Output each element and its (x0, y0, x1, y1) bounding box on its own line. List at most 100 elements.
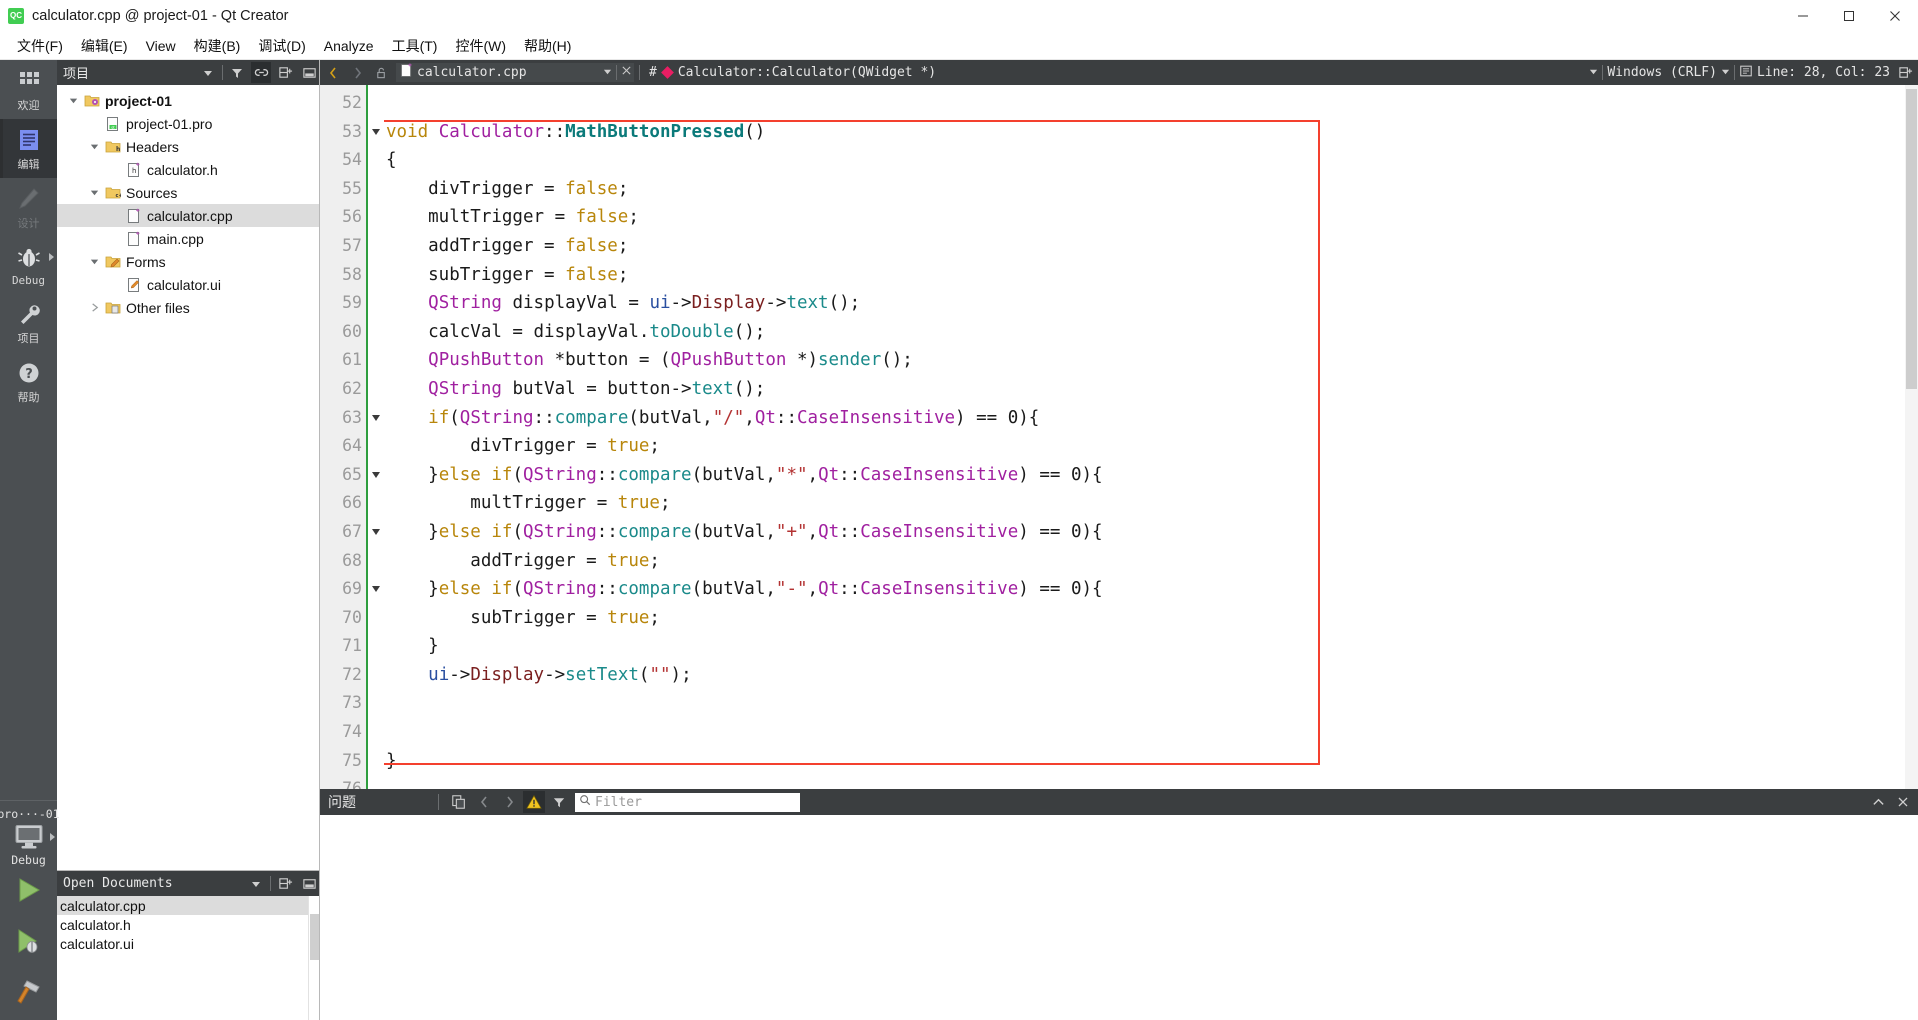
close-panel-icon[interactable] (299, 62, 319, 83)
chevron-right-icon[interactable] (86, 302, 103, 313)
start-debugging-button[interactable] (0, 918, 57, 969)
current-file-selector[interactable]: calculator.cpp (396, 63, 634, 82)
mode-设计[interactable]: 设计 (0, 178, 57, 237)
open-document-item[interactable]: calculator.cpp (57, 896, 319, 915)
code-line[interactable]: } (384, 632, 1918, 661)
code-line[interactable]: divTrigger = false; (384, 175, 1918, 204)
code-line[interactable]: multTrigger = true; (384, 489, 1918, 518)
tree-item-project-01[interactable]: project-01 (57, 89, 319, 112)
tree-item-other-files[interactable]: Other files (57, 296, 319, 319)
code-line[interactable]: QString butVal = button->text(); (384, 375, 1918, 404)
mode-编辑[interactable]: 编辑 (0, 119, 57, 178)
code-line[interactable]: addTrigger = true; (384, 547, 1918, 576)
mode-帮助[interactable]: ? 帮助 (0, 352, 57, 411)
minimize-button[interactable] (1780, 0, 1826, 32)
menu-debug[interactable]: 调试(D) (249, 33, 314, 59)
open-documents-scrollbar[interactable] (308, 896, 319, 1020)
code-line[interactable]: subTrigger = false; (384, 261, 1918, 290)
chevron-right-icon[interactable] (49, 833, 55, 841)
maximize-button[interactable] (1826, 0, 1872, 32)
open-documents-list[interactable]: calculator.cpp calculator.h calculator.ui (57, 896, 319, 1020)
code-line[interactable]: subTrigger = true; (384, 604, 1918, 633)
code-line[interactable]: { (384, 146, 1918, 175)
code-text-area[interactable]: void Calculator::MathButtonPressed(){ di… (384, 85, 1918, 789)
maximize-pane-button[interactable] (1867, 791, 1889, 813)
menu-view[interactable]: View (137, 35, 185, 57)
fold-marker[interactable] (368, 575, 384, 604)
tree-item-main-cpp[interactable]: main.cpp (57, 227, 319, 250)
mode-项目[interactable]: 项目 (0, 293, 57, 352)
editor-scrollbar[interactable] (1905, 85, 1918, 789)
chevron-down-icon[interactable] (372, 128, 380, 135)
filter-icon[interactable] (548, 791, 570, 813)
issues-filter-input[interactable]: Filter (575, 792, 800, 812)
code-line[interactable]: divTrigger = true; (384, 432, 1918, 461)
menu-build[interactable]: 构建(B) (185, 33, 250, 59)
fold-marker[interactable] (368, 118, 384, 147)
menu-analyze[interactable]: Analyze (315, 35, 383, 57)
code-line[interactable]: calcVal = displayVal.toDouble(); (384, 318, 1918, 347)
code-line[interactable]: }else if(QString::compare(butVal,"+",Qt:… (384, 518, 1918, 547)
tree-item-calculator-cpp[interactable]: calculator.cpp (57, 204, 319, 227)
open-document-item[interactable]: calculator.ui (57, 934, 319, 953)
code-line[interactable]: }else if(QString::compare(butVal,"-",Qt:… (384, 575, 1918, 604)
code-line[interactable] (384, 775, 1918, 789)
navigate-back-button[interactable] (322, 61, 344, 84)
tree-item-project-01-pro[interactable]: qt project-01.pro (57, 112, 319, 135)
fold-marker[interactable] (368, 404, 384, 433)
chevron-down-icon[interactable] (65, 95, 82, 106)
link-icon[interactable] (251, 62, 271, 83)
encoding-dropdown-icon[interactable] (1721, 65, 1730, 80)
code-editor[interactable]: 52 53 54 55 56 57 58 59 60 61 62 63 64 65 66 67 68 69 70 71… (320, 85, 1918, 789)
symbol-selector[interactable]: # Calculator::Calculator(QWidget *) (645, 65, 936, 80)
chevron-down-icon[interactable] (86, 256, 103, 267)
scroll-thumb[interactable] (1906, 89, 1917, 389)
line-ending-dropdown-icon[interactable] (1589, 65, 1598, 80)
menu-widgets[interactable]: 控件(W) (446, 33, 515, 59)
chevron-down-icon[interactable] (86, 187, 103, 198)
code-line[interactable]: if(QString::compare(butVal,"/",Qt::CaseI… (384, 404, 1918, 433)
open-document-item[interactable]: calculator.h (57, 915, 319, 934)
line-ending-label[interactable]: Windows (CRLF) (1607, 65, 1717, 80)
file-dropdown-icon[interactable] (603, 65, 612, 80)
code-line[interactable] (384, 89, 1918, 118)
menu-help[interactable]: 帮助(H) (515, 33, 580, 59)
code-line[interactable]: } (384, 747, 1918, 776)
fold-marker[interactable] (368, 518, 384, 547)
chevron-down-icon[interactable] (86, 141, 103, 152)
menu-file[interactable]: 文件(F) (8, 33, 72, 59)
copy-icon[interactable] (448, 791, 470, 813)
chevron-down-icon[interactable] (372, 586, 380, 593)
close-panel-icon[interactable] (299, 873, 319, 894)
close-pane-button[interactable] (1892, 791, 1914, 813)
tree-item-forms[interactable]: Forms (57, 250, 319, 273)
code-line[interactable]: ui->Display->setText(""); (384, 661, 1918, 690)
code-line[interactable] (384, 689, 1918, 718)
fold-marker[interactable] (368, 461, 384, 490)
next-issue-button[interactable] (498, 791, 520, 813)
build-button[interactable] (0, 969, 57, 1020)
navigate-forward-button[interactable] (346, 61, 368, 84)
code-line[interactable]: multTrigger = false; (384, 203, 1918, 232)
filter-icon[interactable] (227, 62, 247, 83)
previous-issue-button[interactable] (473, 791, 495, 813)
close-button[interactable] (1872, 0, 1918, 32)
mode-Debug[interactable]: Debug (0, 237, 57, 293)
scroll-thumb[interactable] (310, 914, 319, 960)
mode-欢迎[interactable]: 欢迎 (0, 60, 57, 119)
code-line[interactable]: QPushButton *button = (QPushButton *)sen… (384, 346, 1918, 375)
code-line[interactable]: addTrigger = false; (384, 232, 1918, 261)
tree-item-calculator-ui[interactable]: calculator.ui (57, 273, 319, 296)
code-line[interactable]: QString displayVal = ui->Display->text()… (384, 289, 1918, 318)
kit-selector[interactable]: pro···-01 Debug (0, 800, 60, 867)
split-editor-button[interactable] (1894, 61, 1916, 84)
menu-tools[interactable]: 工具(T) (383, 33, 447, 59)
tree-item-sources[interactable]: c+ Sources (57, 181, 319, 204)
text-wrap-icon[interactable] (1739, 64, 1753, 82)
projects-filter-dropdown-icon[interactable] (198, 62, 218, 83)
chevron-right-icon[interactable] (49, 253, 54, 261)
warning-triangle-icon[interactable] (523, 791, 545, 813)
code-line[interactable]: }else if(QString::compare(butVal,"*",Qt:… (384, 461, 1918, 490)
lock-document-button[interactable] (370, 61, 392, 84)
menu-edit[interactable]: 编辑(E) (72, 33, 137, 59)
